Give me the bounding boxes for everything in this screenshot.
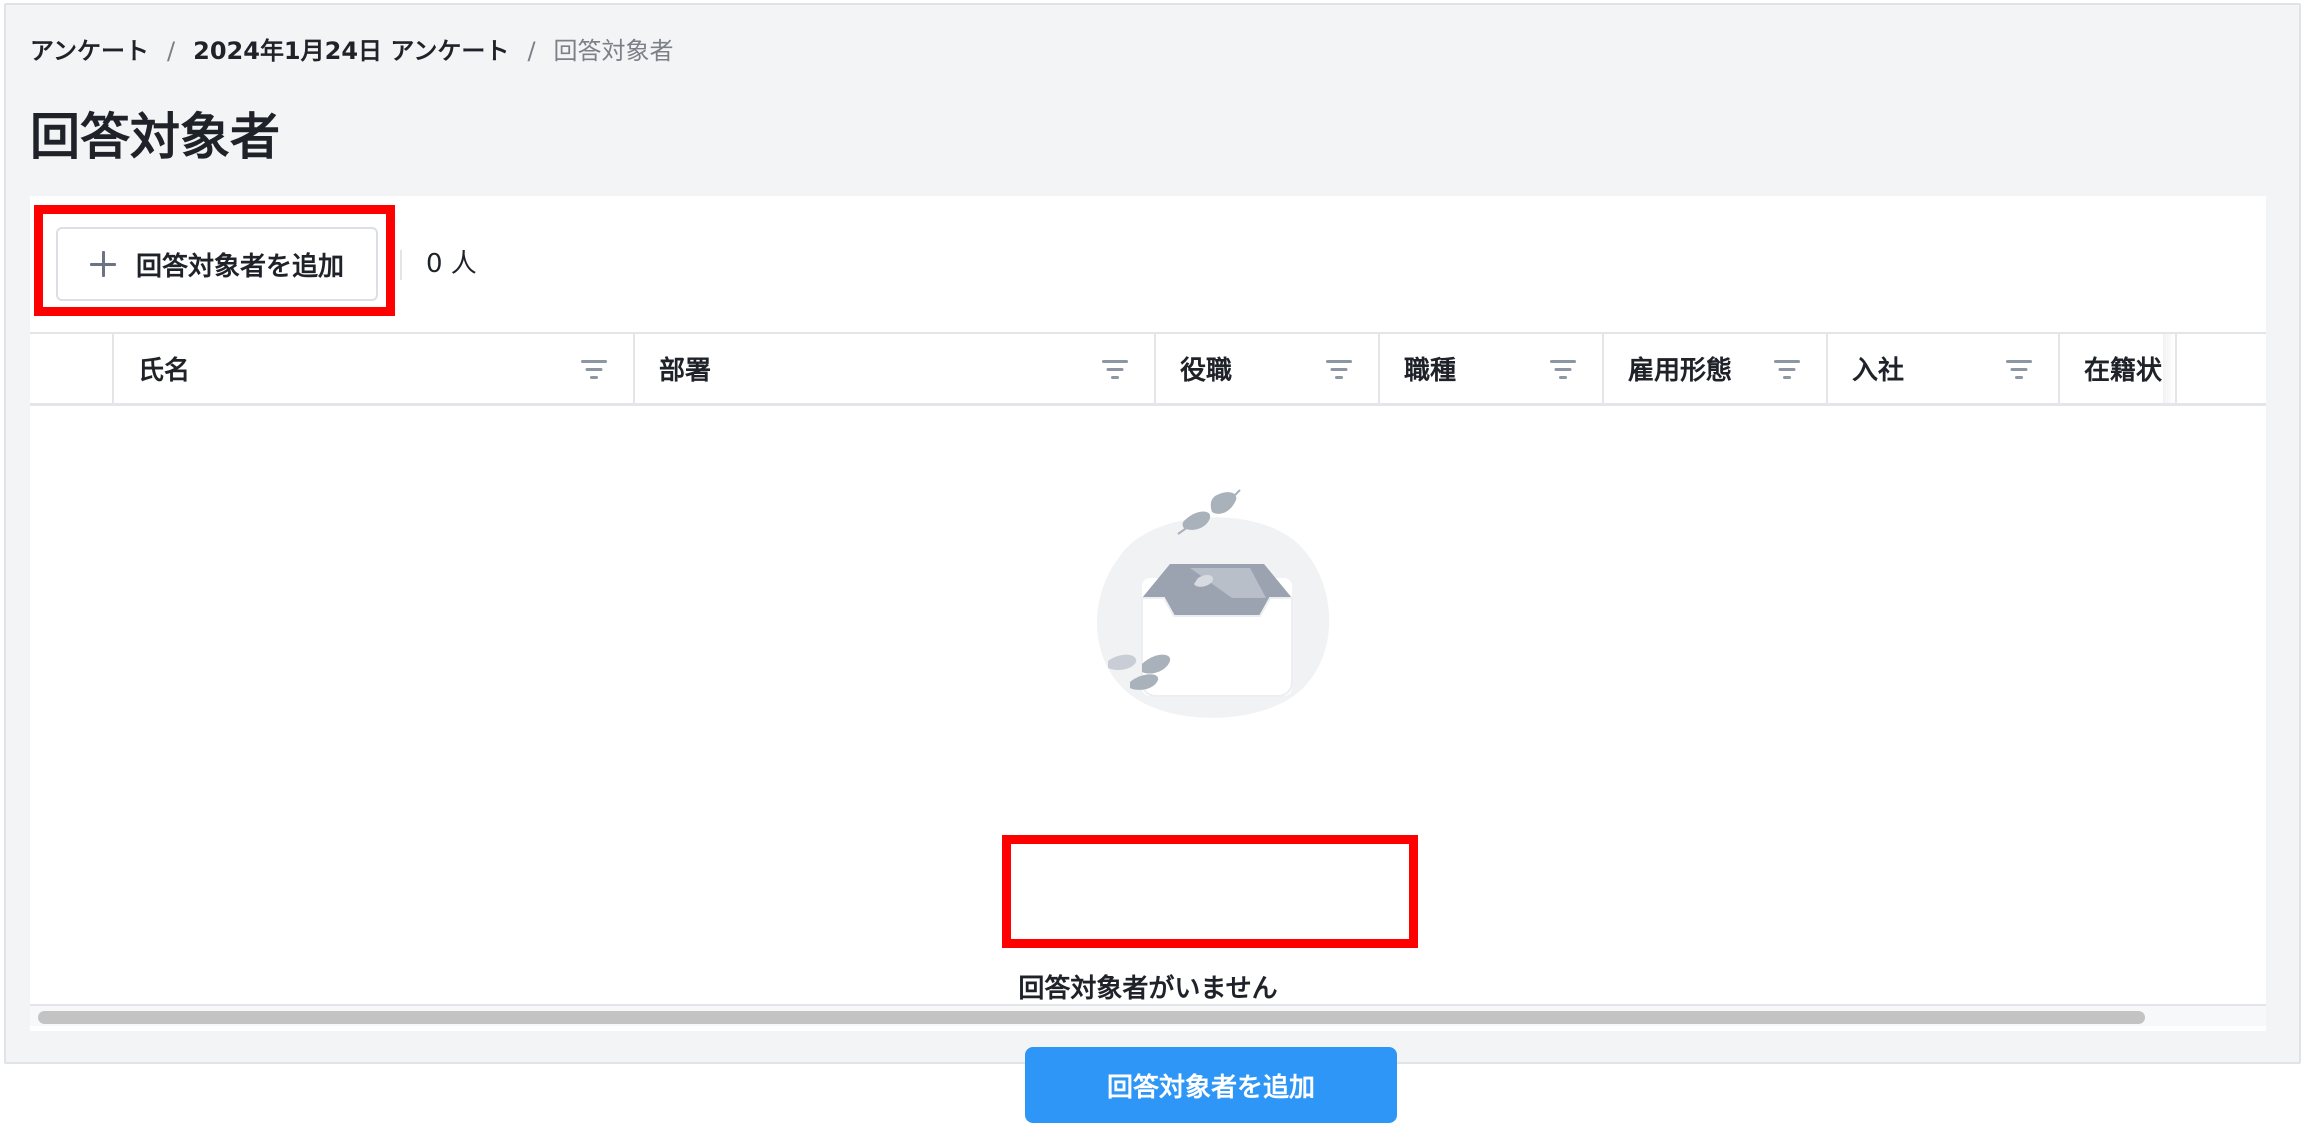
empty-state-add-respondents-button[interactable]: 回答対象者を追加 (1025, 1047, 1397, 1123)
add-respondents-button[interactable]: 回答対象者を追加 (56, 227, 378, 301)
horizontal-scrollbar[interactable] (30, 1004, 2266, 1026)
header-col-department-label: 部署 (659, 356, 712, 386)
respondents-card: 回答対象者を追加 0 人 氏名 部署 役職 職種 雇用形態 入社 在籍状 回答対… (30, 196, 2266, 1123)
filter-icon[interactable] (1102, 360, 1128, 380)
empty-state-message: 回答対象者がいません (1018, 974, 1278, 1004)
breadcrumb: アンケート / 2024年1月24日 アンケート / 回答対象者 (30, 34, 674, 68)
header-col-hire-date[interactable]: 入社 (1826, 334, 2058, 403)
filter-icon[interactable] (1326, 360, 1352, 380)
breadcrumb-item-survey-detail[interactable]: 2024年1月24日 アンケート (193, 34, 509, 68)
filter-icon[interactable] (2006, 360, 2032, 380)
horizontal-scrollbar-thumb[interactable] (38, 1011, 2145, 1024)
header-col-employment-type-label: 雇用形態 (1628, 356, 1733, 386)
header-scroll-shadow (2163, 334, 2175, 403)
filter-icon[interactable] (581, 360, 607, 380)
header-col-overflow (2175, 334, 2266, 403)
breadcrumb-item-current: 回答対象者 (553, 37, 674, 65)
header-col-position[interactable]: 役職 (1154, 334, 1378, 403)
header-col-job-type-label: 職種 (1404, 356, 1457, 386)
header-col-employment-type[interactable]: 雇用形態 (1602, 334, 1826, 403)
header-col-enrollment-status[interactable]: 在籍状 (2058, 334, 2163, 403)
header-col-enrollment-status-label: 在籍状 (2084, 356, 2163, 386)
toolbar-divider (400, 250, 402, 280)
breadcrumb-item-survey[interactable]: アンケート (30, 34, 149, 68)
breadcrumb-separator: / (527, 37, 536, 65)
toolbar: 回答対象者を追加 0 人 (30, 196, 2266, 332)
header-col-name[interactable]: 氏名 (112, 334, 633, 403)
breadcrumb-separator: / (167, 37, 176, 65)
header-col-position-label: 役職 (1180, 356, 1233, 386)
header-col-name-label: 氏名 (138, 356, 191, 386)
header-col-department[interactable]: 部署 (633, 334, 1154, 403)
plus-icon (90, 251, 116, 277)
header-col-hire-date-label: 入社 (1852, 356, 1905, 386)
header-col-job-type[interactable]: 職種 (1378, 334, 1602, 403)
empty-inbox-icon (1097, 489, 1330, 718)
filter-icon[interactable] (1774, 360, 1800, 380)
page-container: アンケート / 2024年1月24日 アンケート / 回答対象者 回答対象者 回… (4, 3, 2301, 1123)
respondent-count: 0 人 (426, 249, 477, 279)
page-title: 回答対象者 (30, 108, 280, 166)
empty-state: 回答対象者がいません 回答対象者を追加 (30, 406, 2266, 1123)
table-header: 氏名 部署 役職 職種 雇用形態 入社 在籍状 (30, 332, 2266, 406)
add-respondents-label: 回答対象者を追加 (136, 250, 345, 281)
filter-icon[interactable] (1550, 360, 1576, 380)
header-select-column (30, 334, 112, 403)
